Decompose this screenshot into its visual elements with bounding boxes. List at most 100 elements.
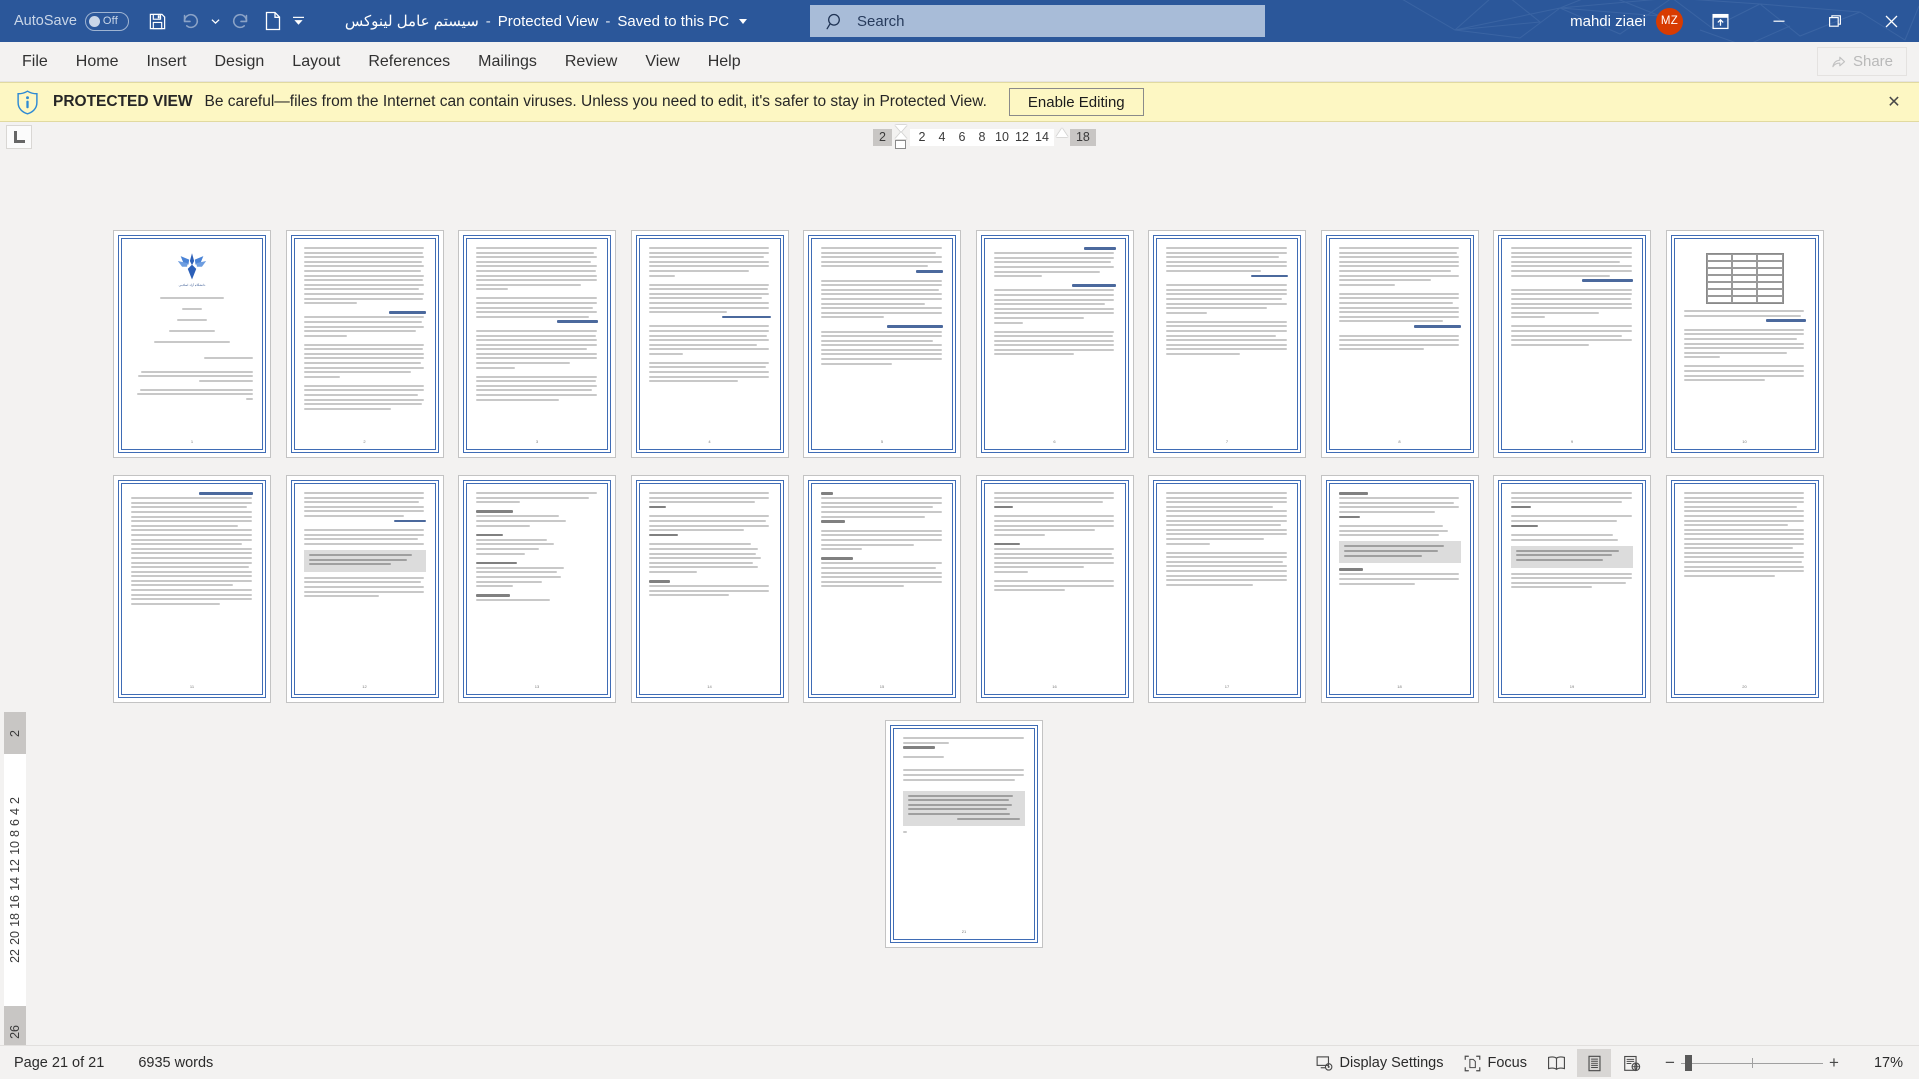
tab-mailings[interactable]: Mailings xyxy=(464,42,551,82)
page-thumbnail[interactable]: 2 xyxy=(285,230,444,458)
tab-help[interactable]: Help xyxy=(694,42,755,82)
right-indent-marker-icon[interactable] xyxy=(1055,128,1068,137)
page-thumbnail-grid[interactable]: دانشگاه آزاد اسلامی 1 2 3 4 5 6 7 8 9 10… xyxy=(0,152,1919,1045)
zoom-slider[interactable]: − + xyxy=(1659,1053,1845,1073)
protected-view-banner: PROTECTED VIEW Be careful—files from the… xyxy=(0,82,1919,122)
tab-view[interactable]: View xyxy=(631,42,693,82)
ruler-tick: 14 xyxy=(1035,130,1049,144)
left-indent-marker-icon[interactable] xyxy=(895,140,907,149)
right-indent-marker[interactable] xyxy=(1054,125,1070,149)
page-indicator[interactable]: Page 21 of 21 xyxy=(14,1055,104,1071)
page-thumbnail[interactable]: 21 xyxy=(885,720,1043,948)
zoom-slider-midpoint xyxy=(1752,1058,1753,1068)
page-thumbnail[interactable]: 6 xyxy=(975,230,1134,458)
share-button[interactable]: Share xyxy=(1816,47,1907,76)
page-thumbnail[interactable]: 3 xyxy=(458,230,616,458)
indent-markers[interactable] xyxy=(892,125,910,149)
tab-design[interactable]: Design xyxy=(200,42,278,82)
tab-home[interactable]: Home xyxy=(62,42,133,82)
undo-dropdown-button[interactable] xyxy=(207,6,224,36)
tab-layout[interactable]: Layout xyxy=(278,42,354,82)
page-number: 9 xyxy=(1570,439,1574,444)
zoom-in-button[interactable]: + xyxy=(1823,1053,1845,1073)
page-number: 11 xyxy=(189,684,195,689)
display-settings-button[interactable]: Display Settings xyxy=(1308,1050,1452,1076)
ribbon-tab-bar: File Home Insert Design Layout Reference… xyxy=(0,42,1919,82)
page-thumbnail[interactable]: 20 xyxy=(1665,475,1824,703)
page-row: دانشگاه آزاد اسلامی 1 2 3 4 5 6 7 8 9 10 xyxy=(0,230,1919,458)
document-workspace[interactable]: 2 2 4 6 8 10 12 14 16 18 20 22 26 دانشگا… xyxy=(0,152,1919,1045)
page-thumbnail[interactable]: 10 xyxy=(1665,230,1824,458)
search-input[interactable] xyxy=(857,12,1237,30)
save-button[interactable] xyxy=(143,6,173,36)
title-separator-2: - xyxy=(605,12,611,30)
read-mode-button[interactable] xyxy=(1539,1049,1573,1077)
avatar[interactable]: MZ xyxy=(1656,7,1683,35)
banner-close-button[interactable]: ✕ xyxy=(1883,91,1905,113)
first-line-indent-marker-icon[interactable] xyxy=(894,125,907,132)
close-button[interactable] xyxy=(1863,0,1919,42)
page-thumbnail[interactable]: 13 xyxy=(458,475,616,703)
tab-review[interactable]: Review xyxy=(551,42,631,82)
tab-references[interactable]: References xyxy=(354,42,464,82)
zoom-out-button[interactable]: − xyxy=(1659,1053,1681,1073)
protected-view-message: Be careful—files from the Internet can c… xyxy=(204,93,987,110)
chevron-down-icon xyxy=(211,18,220,24)
zoom-slider-handle[interactable] xyxy=(1685,1055,1692,1071)
restore-button[interactable] xyxy=(1807,0,1863,42)
minimize-button[interactable] xyxy=(1751,0,1807,42)
ruler-left-margin: 2 xyxy=(873,128,892,146)
undo-button[interactable] xyxy=(175,6,205,36)
enable-editing-button[interactable]: Enable Editing xyxy=(1008,88,1144,116)
page-thumbnail[interactable]: 9 xyxy=(1493,230,1651,458)
title-page-center-block xyxy=(131,297,253,343)
ribbon-display-options-button[interactable] xyxy=(1703,4,1737,38)
code-block xyxy=(1511,545,1633,568)
tab-file[interactable]: File xyxy=(8,42,62,82)
new-document-button[interactable] xyxy=(258,6,288,36)
page-thumbnail[interactable]: 7 xyxy=(1148,230,1306,458)
page-thumbnail[interactable]: 14 xyxy=(630,475,789,703)
page-content: 21 xyxy=(890,725,1038,943)
university-logo: دانشگاه آزاد اسلامی xyxy=(131,251,253,287)
horizontal-ruler[interactable]: 2 2 4 6 8 10 12 14 18 xyxy=(873,125,1096,149)
tab-stop-selector[interactable] xyxy=(6,125,32,149)
hanging-indent-marker-icon[interactable] xyxy=(894,132,907,139)
web-layout-button[interactable] xyxy=(1615,1049,1649,1077)
tab-insert[interactable]: Insert xyxy=(132,42,200,82)
document-title-dropdown-icon[interactable] xyxy=(739,18,748,24)
document-title[interactable]: سیستم عامل لینوکس - Protected View - Sav… xyxy=(345,12,748,30)
page-thumbnail[interactable]: 4 xyxy=(630,230,789,458)
page-thumbnail[interactable]: دانشگاه آزاد اسلامی 1 xyxy=(113,230,271,458)
zoom-slider-track[interactable] xyxy=(1681,1055,1823,1071)
page-table xyxy=(1705,253,1784,304)
customize-quick-access-toolbar-button[interactable] xyxy=(290,6,307,36)
customize-quick-access-toolbar-icon xyxy=(292,16,304,25)
page-content: 3 xyxy=(463,235,611,453)
page-number: 7 xyxy=(1225,439,1229,444)
page-thumbnail[interactable]: 12 xyxy=(285,475,444,703)
page-thumbnail[interactable]: 11 xyxy=(113,475,271,703)
focus-mode-button[interactable]: Focus xyxy=(1456,1050,1536,1076)
page-thumbnail[interactable]: 8 xyxy=(1320,230,1479,458)
share-label: Share xyxy=(1852,53,1893,70)
page-thumbnail[interactable]: 16 xyxy=(975,475,1134,703)
page-content: 16 xyxy=(980,480,1129,698)
page-thumbnail[interactable]: 19 xyxy=(1493,475,1651,703)
autosave-toggle[interactable]: Off xyxy=(84,11,129,31)
page-number: 19 xyxy=(1569,684,1575,689)
page-content: 17 xyxy=(1153,480,1301,698)
autosave-control[interactable]: AutoSave Off xyxy=(14,11,129,31)
web-layout-icon xyxy=(1624,1055,1641,1071)
page-thumbnail[interactable]: 17 xyxy=(1148,475,1306,703)
word-count[interactable]: 6935 words xyxy=(138,1055,213,1071)
share-icon xyxy=(1832,56,1846,68)
redo-button[interactable] xyxy=(226,6,256,36)
page-thumbnail[interactable]: 15 xyxy=(803,475,961,703)
zoom-level-label[interactable]: 17% xyxy=(1855,1055,1903,1071)
page-thumbnail[interactable]: 18 xyxy=(1320,475,1479,703)
search-box[interactable] xyxy=(810,5,1265,37)
print-layout-button[interactable] xyxy=(1577,1049,1611,1077)
ruler-tick: 4 xyxy=(938,130,946,144)
page-thumbnail[interactable]: 5 xyxy=(803,230,961,458)
